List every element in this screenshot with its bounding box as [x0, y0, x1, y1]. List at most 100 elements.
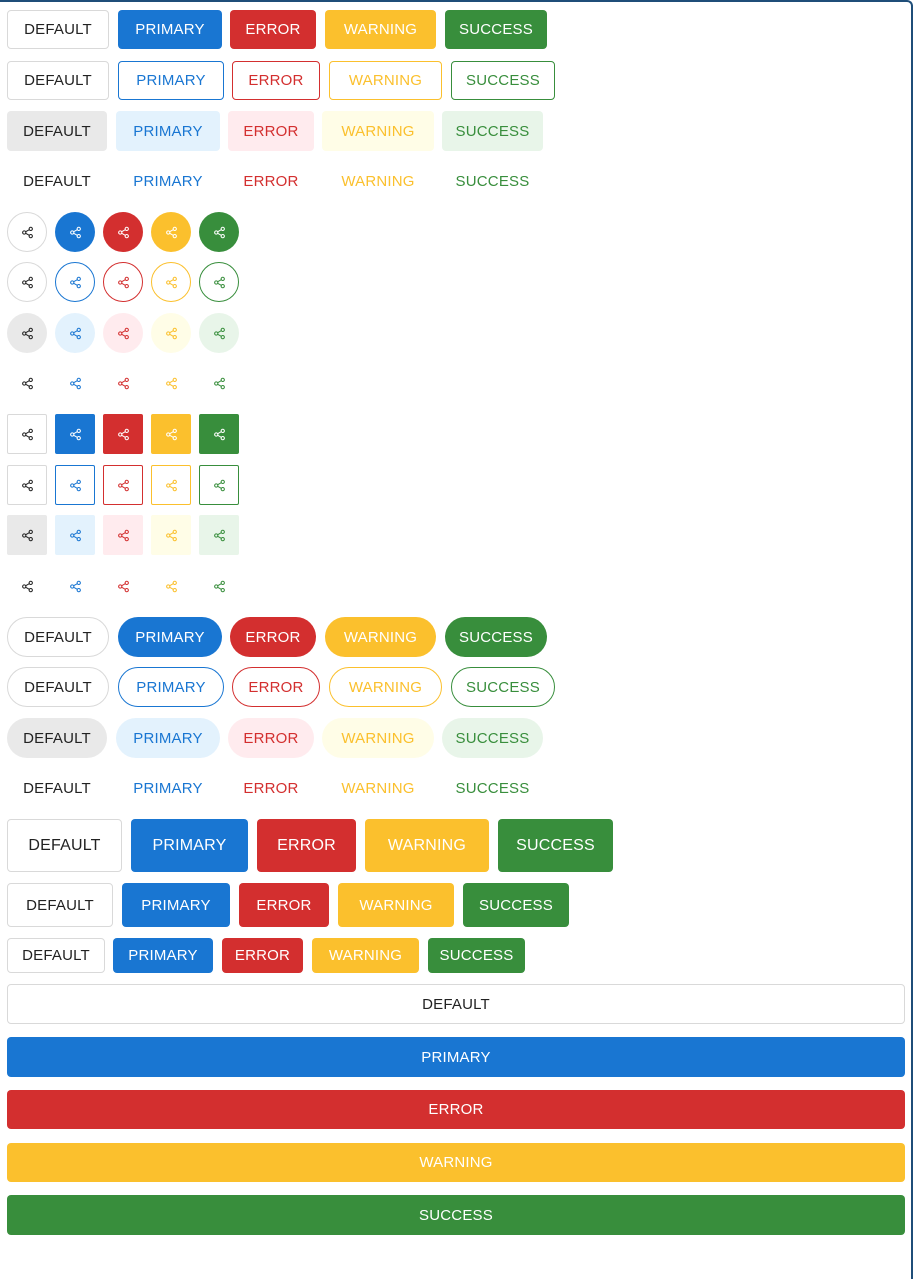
primary-button[interactable]: PRIMARY [116, 718, 220, 758]
success-button[interactable]: SUCCESS [428, 938, 525, 973]
warning-button[interactable]: WARNING [322, 768, 434, 808]
error-button[interactable]: ERROR [228, 161, 314, 201]
warning-icon-button[interactable] [151, 363, 191, 403]
default-button[interactable]: DEFAULT [7, 161, 107, 201]
success-block-button[interactable]: SUCCESS [7, 1195, 905, 1235]
error-button[interactable]: ERROR [232, 61, 320, 100]
primary-button[interactable]: PRIMARY [118, 667, 224, 707]
primary-icon-button[interactable] [55, 262, 95, 302]
primary-icon-button[interactable] [55, 313, 95, 353]
primary-button[interactable]: PRIMARY [116, 111, 220, 151]
error-block-button[interactable]: ERROR [7, 1090, 905, 1129]
primary-button[interactable]: PRIMARY [113, 938, 213, 973]
success-button[interactable]: SUCCESS [451, 667, 555, 707]
primary-button[interactable]: PRIMARY [131, 819, 248, 872]
success-button[interactable]: SUCCESS [463, 883, 569, 927]
default-icon-button[interactable] [7, 363, 47, 403]
default-button[interactable]: DEFAULT [7, 768, 107, 808]
default-icon-button[interactable] [7, 465, 47, 505]
primary-button[interactable]: PRIMARY [118, 10, 222, 49]
primary-icon-button[interactable] [55, 414, 95, 454]
primary-button[interactable]: PRIMARY [118, 617, 222, 657]
error-icon-button[interactable] [103, 262, 143, 302]
default-icon-button[interactable] [7, 313, 47, 353]
error-button[interactable]: ERROR [222, 938, 303, 973]
success-icon-button[interactable] [199, 262, 239, 302]
warning-icon-button[interactable] [151, 465, 191, 505]
success-button[interactable]: SUCCESS [442, 111, 543, 151]
warning-button[interactable]: WARNING [329, 667, 442, 707]
default-icon-button[interactable] [7, 566, 47, 606]
default-button[interactable]: DEFAULT [7, 938, 105, 973]
default-button[interactable]: DEFAULT [7, 61, 109, 100]
warning-icon-button[interactable] [151, 313, 191, 353]
primary-button[interactable]: PRIMARY [116, 161, 220, 201]
success-button[interactable]: SUCCESS [498, 819, 613, 872]
warning-button[interactable]: WARNING [322, 111, 434, 151]
success-button[interactable]: SUCCESS [451, 61, 555, 100]
error-button[interactable]: ERROR [228, 718, 314, 758]
default-icon-button[interactable] [7, 262, 47, 302]
warning-icon-button[interactable] [151, 515, 191, 555]
success-icon-button[interactable] [199, 414, 239, 454]
error-button[interactable]: ERROR [257, 819, 356, 872]
error-button[interactable]: ERROR [239, 883, 329, 927]
success-icon-button[interactable] [199, 313, 239, 353]
primary-block-button[interactable]: PRIMARY [7, 1037, 905, 1077]
error-icon-button[interactable] [103, 566, 143, 606]
default-button[interactable]: DEFAULT [7, 718, 107, 758]
default-button[interactable]: DEFAULT [7, 819, 122, 872]
warning-button[interactable]: WARNING [338, 883, 454, 927]
success-button[interactable]: SUCCESS [442, 161, 543, 201]
primary-icon-button[interactable] [55, 566, 95, 606]
success-button[interactable]: SUCCESS [445, 617, 547, 657]
warning-button[interactable]: WARNING [322, 718, 434, 758]
default-button[interactable]: DEFAULT [7, 617, 109, 657]
default-icon-button[interactable] [7, 414, 47, 454]
primary-icon-button[interactable] [55, 465, 95, 505]
warning-icon-button[interactable] [151, 262, 191, 302]
primary-button[interactable]: PRIMARY [122, 883, 230, 927]
primary-icon-button[interactable] [55, 212, 95, 252]
warning-button[interactable]: WARNING [312, 938, 419, 973]
error-icon-button[interactable] [103, 363, 143, 403]
primary-icon-button[interactable] [55, 515, 95, 555]
error-button[interactable]: ERROR [228, 768, 314, 808]
success-icon-button[interactable] [199, 465, 239, 505]
error-button[interactable]: ERROR [228, 111, 314, 151]
default-button[interactable]: DEFAULT [7, 111, 107, 151]
default-button[interactable]: DEFAULT [7, 883, 113, 927]
success-icon-button[interactable] [199, 566, 239, 606]
error-icon-button[interactable] [103, 212, 143, 252]
error-button[interactable]: ERROR [232, 667, 320, 707]
warning-block-button[interactable]: WARNING [7, 1143, 905, 1182]
default-icon-button[interactable] [7, 212, 47, 252]
warning-icon-button[interactable] [151, 414, 191, 454]
error-button[interactable]: ERROR [230, 617, 316, 657]
warning-button[interactable]: WARNING [325, 617, 436, 657]
warning-button[interactable]: WARNING [322, 161, 434, 201]
default-icon-button[interactable] [7, 515, 47, 555]
warning-button[interactable]: WARNING [365, 819, 489, 872]
primary-button[interactable]: PRIMARY [116, 768, 220, 808]
success-icon-button[interactable] [199, 212, 239, 252]
primary-button[interactable]: PRIMARY [118, 61, 224, 100]
success-icon-button[interactable] [199, 515, 239, 555]
warning-icon-button[interactable] [151, 566, 191, 606]
error-icon-button[interactable] [103, 313, 143, 353]
default-button[interactable]: DEFAULT [7, 10, 109, 49]
success-icon-button[interactable] [199, 363, 239, 403]
warning-button[interactable]: WARNING [329, 61, 442, 100]
warning-button[interactable]: WARNING [325, 10, 436, 49]
default-block-button[interactable]: DEFAULT [7, 984, 905, 1024]
default-button[interactable]: DEFAULT [7, 667, 109, 707]
error-icon-button[interactable] [103, 465, 143, 505]
success-button[interactable]: SUCCESS [442, 768, 543, 808]
error-icon-button[interactable] [103, 515, 143, 555]
primary-icon-button[interactable] [55, 363, 95, 403]
warning-icon-button[interactable] [151, 212, 191, 252]
error-button[interactable]: ERROR [230, 10, 316, 49]
error-icon-button[interactable] [103, 414, 143, 454]
success-button[interactable]: SUCCESS [442, 718, 543, 758]
success-button[interactable]: SUCCESS [445, 10, 547, 49]
